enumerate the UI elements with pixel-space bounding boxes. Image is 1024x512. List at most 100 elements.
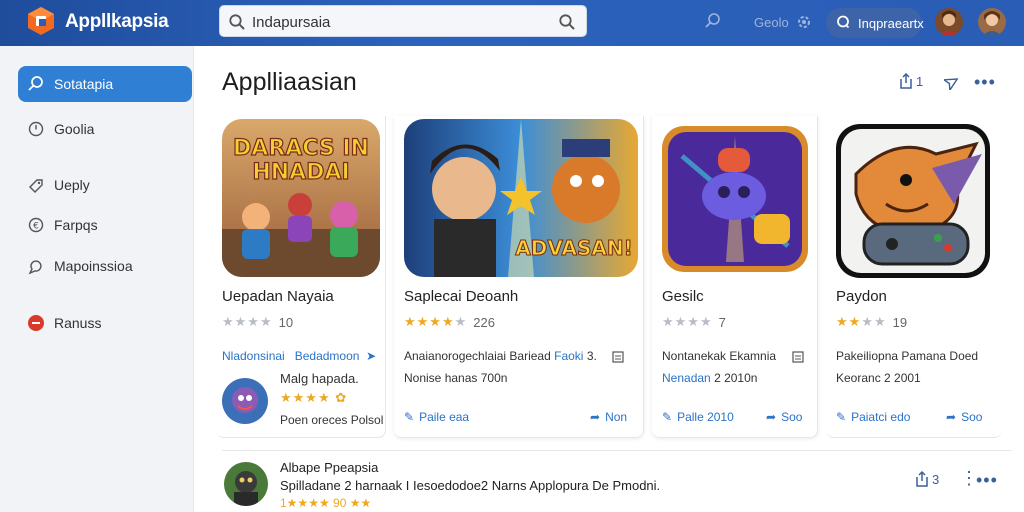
avatar-secondary[interactable] <box>978 8 1006 36</box>
meta-number: 3. <box>586 349 597 363</box>
app-rating: ★★★★ 10 <box>222 314 293 330</box>
sidebar-item-sotatapia[interactable]: Sotatapia <box>18 66 192 102</box>
card-action-label: Soo <box>961 410 983 424</box>
divider <box>222 450 1012 451</box>
app-meta-line: Anaianorogechlaiai Bariead Faoki 3. <box>404 346 597 367</box>
star-rating-icon: ★★★★ <box>836 314 887 329</box>
share-arrow-icon: ➦ <box>590 410 601 424</box>
profile-pill-label: Inqpraeartx <box>858 15 924 31</box>
app-thumbnail[interactable]: DARACS IN HNADAI <box>222 119 380 277</box>
app-rating: ★★★★ 19 <box>836 314 907 330</box>
svg-text:€: € <box>33 222 39 232</box>
list-item-subtitle: Spilladane 2 harnaak I Iesoedodoe2 Narns… <box>280 478 661 493</box>
app-name[interactable]: Gesilc <box>662 288 704 305</box>
sidebar-item-mapoinssioa[interactable]: Mapoinssioa <box>18 248 192 284</box>
brand-name[interactable]: Appllkapsia <box>65 11 169 33</box>
share-count: 3 <box>932 472 940 487</box>
more-options-icon[interactable]: ••• <box>976 470 998 491</box>
bookmark-icon[interactable] <box>612 350 624 368</box>
send-icon[interactable] <box>941 74 960 95</box>
search-bar[interactable] <box>219 5 587 37</box>
app-thumbnail[interactable]: ADVASAN! <box>404 119 638 277</box>
sidebar-item-goolia[interactable]: Goolia <box>18 111 192 147</box>
app-name[interactable]: Uepadan Nayaia <box>222 288 334 305</box>
tag-icon <box>26 175 46 195</box>
edit-icon: ✎ <box>836 410 847 424</box>
search-icon <box>228 13 246 36</box>
edit-icon: ✎ <box>404 410 415 424</box>
app-card[interactable]: DARACS IN HNADAI Uepadan Nayaia ★★★★ 10 … <box>216 116 386 438</box>
card-action-right[interactable]: ➦ Soo <box>766 410 802 424</box>
top-link[interactable]: Geolo <box>754 15 789 30</box>
card-action-label: Paiatci edo <box>851 410 911 424</box>
star-rating-icon: ★★★★ ✿ <box>280 390 348 405</box>
search-submit-icon[interactable] <box>558 13 576 36</box>
sidebar-item-ueply[interactable]: Ueply <box>18 167 192 203</box>
card-action-left[interactable]: ✎ Palle 2010 <box>662 410 734 424</box>
app-meta-line-2: Nonise hanas 700n <box>404 371 508 385</box>
share-icon[interactable] <box>914 470 930 493</box>
featured-name[interactable]: Malg hapada. <box>280 368 359 389</box>
card-action-left[interactable]: ✎ Paile eaa <box>404 410 469 424</box>
sidebar-item-label: Goolia <box>54 121 95 137</box>
developer-link[interactable]: Bedadmoon <box>295 349 360 363</box>
rating-count: 19 <box>892 314 908 330</box>
share-arrow-icon: ➦ <box>946 410 957 424</box>
category-link[interactable]: Nladonsinai <box>222 349 285 363</box>
dollar-icon: € <box>26 215 46 235</box>
sidebar-item-label: Farpqs <box>54 217 98 233</box>
card-action-label: Soo <box>781 410 803 424</box>
page-title: Applliaasian <box>222 68 357 96</box>
profile-pill-button[interactable]: Inqpraeartx <box>826 8 924 38</box>
chat-icon <box>26 256 46 276</box>
list-item-avatar[interactable] <box>224 462 268 506</box>
secondary-search-icon[interactable] <box>704 12 722 35</box>
app-meta-line: Nladonsinai Bedadmoon ➤ <box>222 346 376 367</box>
card-action-label: Paile eaa <box>419 410 470 424</box>
bookmark-icon[interactable] <box>792 350 804 368</box>
app-meta-line-2: Keoranc 2 2001 <box>836 371 921 385</box>
app-name[interactable]: Saplecai Deoanh <box>404 288 518 305</box>
app-logo-icon[interactable] <box>26 6 56 36</box>
card-action-left[interactable]: ✎ Paiatci edo <box>836 410 910 424</box>
app-thumbnail[interactable] <box>836 124 990 278</box>
app-card[interactable]: ADVASAN! Saplecai Deoanh ★★★★★ 226 Anaia… <box>394 116 644 438</box>
app-name[interactable]: Paydon <box>836 288 887 305</box>
meta-link[interactable]: Nenadan <box>662 371 711 385</box>
clock-icon <box>26 119 46 139</box>
meta-link[interactable]: Faoki <box>554 349 583 363</box>
rating-count: 7 <box>718 314 726 330</box>
rating-count: 10 <box>278 314 294 330</box>
svg-text:DARACS IN: DARACS IN <box>233 136 369 161</box>
list-item-rating: 1★★★★ 90 ★★ <box>280 496 372 510</box>
top-bar: Appllkapsia Geolo Inqpraeartx <box>0 0 1024 46</box>
avatar[interactable] <box>935 8 963 36</box>
sidebar: Sotatapia Goolia Ueply € Farpqs Mapoinss… <box>0 46 194 512</box>
more-options-icon[interactable]: ••• <box>974 72 996 93</box>
sidebar-item-label: Ueply <box>54 177 90 193</box>
list-item-title[interactable]: Albape Ppeapsia <box>280 460 378 475</box>
svg-text:HNADAI: HNADAI <box>252 160 349 185</box>
app-card[interactable]: Gesilc ★★★★ 7 Nontanekak Ekamnia Nenadan… <box>652 116 818 438</box>
search-icon <box>26 74 46 94</box>
arrow-icon[interactable]: ➤ <box>363 349 376 363</box>
card-action-label: Non <box>605 410 628 424</box>
red-badge-icon <box>26 313 46 333</box>
featured-avatar[interactable] <box>222 378 268 424</box>
app-thumbnail[interactable] <box>662 126 808 272</box>
card-action-right[interactable]: ➦ Soo <box>946 410 982 424</box>
sidebar-item-label: Mapoinssioa <box>54 258 133 274</box>
search-input[interactable] <box>252 12 542 32</box>
app-meta-line: Pakeiliopna Pamana Doed <box>836 349 979 363</box>
card-action-right[interactable]: ➦ Non <box>590 410 627 424</box>
card-action-label: Palle 2010 <box>677 410 734 424</box>
sidebar-item-farpqs[interactable]: € Farpqs <box>18 207 192 243</box>
app-card[interactable]: Paydon ★★★★ 19 Pakeiliopna Pamana Doed K… <box>826 116 1002 438</box>
app-meta-line: Nontanekak Ekamnia <box>662 349 777 363</box>
gear-icon[interactable] <box>796 14 812 35</box>
share-arrow-icon: ➦ <box>766 410 777 424</box>
sidebar-item-ranuss[interactable]: Ranuss <box>18 305 192 341</box>
share-icon[interactable] <box>898 72 914 95</box>
sidebar-item-label: Ranuss <box>54 315 102 331</box>
meta-text: 2 2010n <box>714 371 758 385</box>
